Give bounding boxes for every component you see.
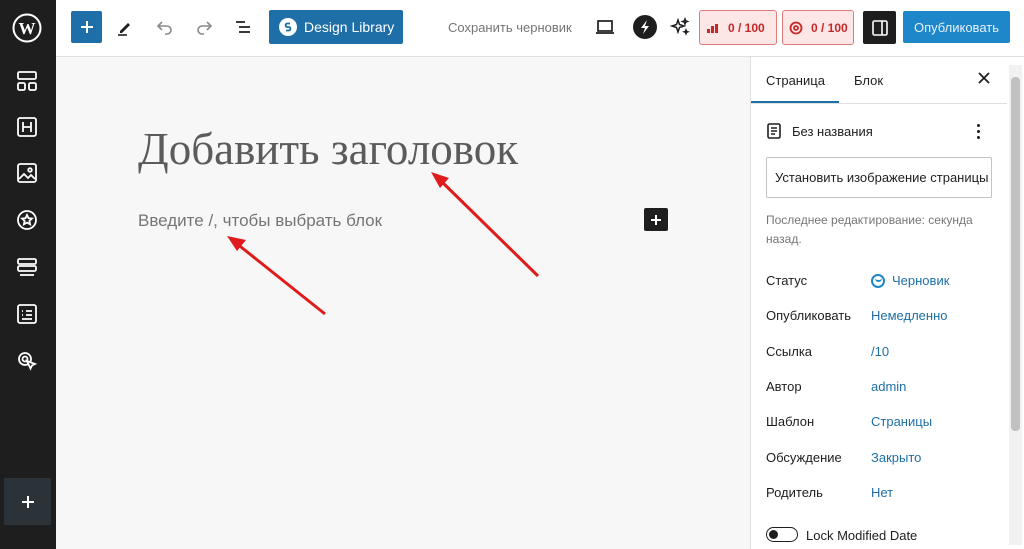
last-edited-text: Последнее редактирование: секунда назад.: [766, 213, 973, 246]
parent-label: Родитель: [766, 485, 823, 500]
panel-scrollbar[interactable]: [1009, 65, 1022, 545]
pencil-icon[interactable]: [112, 14, 138, 40]
content-score-value: 0 / 100: [811, 20, 848, 35]
author-value[interactable]: admin: [871, 379, 906, 394]
seo-score-badge[interactable]: 0 / 100: [699, 10, 777, 45]
editor-canvas: Добавить заголовок Введите /, чтобы выбр…: [56, 57, 750, 549]
block-appender-placeholder[interactable]: Введите /, чтобы выбрать блок: [138, 211, 382, 231]
design-library-logo-icon: [279, 18, 297, 36]
redo-icon[interactable]: [191, 14, 217, 40]
design-library-button[interactable]: Design Library: [269, 10, 403, 44]
author-label: Автор: [766, 379, 802, 394]
star-icon[interactable]: [12, 205, 42, 235]
scrollbar-thumb[interactable]: [1011, 77, 1020, 431]
editor-toolbar: Design Library Сохранить черновик 0 / 10…: [56, 0, 1024, 57]
settings-panel-toggle[interactable]: [863, 11, 896, 44]
discussion-label: Обсуждение: [766, 450, 842, 465]
svg-text:W: W: [19, 19, 36, 38]
settings-sidebar: Страница Блок Без названия Установить из…: [750, 57, 1024, 549]
plus-icon: [80, 21, 93, 33]
link-label: Ссылка: [766, 344, 813, 359]
admin-sidebar: W: [0, 0, 56, 549]
heading-icon[interactable]: [12, 112, 42, 142]
discussion-value[interactable]: Закрыто: [871, 450, 921, 465]
set-featured-image-button[interactable]: Установить изображение страницы: [766, 157, 992, 198]
at-sign-icon: [789, 21, 803, 34]
more-options-icon[interactable]: [973, 121, 983, 141]
document-title: Без названия: [792, 123, 873, 139]
tab-block[interactable]: Блок: [854, 73, 883, 88]
tabs-divider: [751, 103, 1007, 104]
page-icon: [767, 123, 781, 139]
save-draft-button[interactable]: Сохранить черновик: [448, 20, 572, 35]
post-title-input[interactable]: Добавить заголовок: [138, 123, 518, 175]
design-library-label: Design Library: [304, 19, 395, 35]
seo-chart-icon: [707, 23, 718, 33]
inline-block-inserter-button[interactable]: [644, 208, 668, 231]
cursor-icon[interactable]: [12, 346, 42, 376]
image-icon[interactable]: [12, 158, 42, 188]
sidebar-layout-icon: [871, 19, 888, 36]
link-value[interactable]: /10: [871, 344, 889, 359]
status-label: Статус: [766, 273, 808, 288]
wordpress-logo-icon[interactable]: W: [11, 12, 43, 44]
plus-icon: [21, 495, 34, 508]
parent-value[interactable]: Нет: [871, 485, 893, 500]
list-view-icon[interactable]: [230, 14, 256, 40]
preview-device-icon[interactable]: [592, 14, 618, 40]
status-value-text: Черновик: [892, 273, 950, 288]
tab-page[interactable]: Страница: [766, 73, 825, 88]
ai-sparkle-icon[interactable]: [667, 14, 693, 40]
rows-icon[interactable]: [12, 252, 42, 282]
seo-score-value: 0 / 100: [728, 20, 765, 35]
layout-icon[interactable]: [12, 66, 42, 96]
content-score-badge[interactable]: 0 / 100: [782, 10, 854, 45]
lock-modified-date-toggle[interactable]: [766, 527, 798, 542]
status-value[interactable]: Черновик: [871, 273, 949, 288]
close-icon[interactable]: [975, 69, 993, 87]
undo-icon[interactable]: [152, 14, 178, 40]
add-new-button[interactable]: [4, 478, 51, 525]
lock-modified-date-label: Lock Modified Date: [806, 528, 918, 543]
plus-icon: [651, 214, 661, 225]
stackable-logo-icon[interactable]: [631, 13, 659, 41]
template-label: Шаблон: [766, 414, 815, 429]
publish-button[interactable]: Опубликовать: [903, 11, 1010, 43]
publish-label: Опубликовать: [766, 308, 852, 323]
block-inserter-button[interactable]: [71, 11, 102, 43]
template-value[interactable]: Страницы: [871, 414, 932, 429]
form-icon[interactable]: [12, 299, 42, 329]
document-summary: Без названия: [766, 121, 996, 141]
publish-value[interactable]: Немедленно: [871, 308, 948, 323]
draft-status-icon: [871, 273, 885, 288]
